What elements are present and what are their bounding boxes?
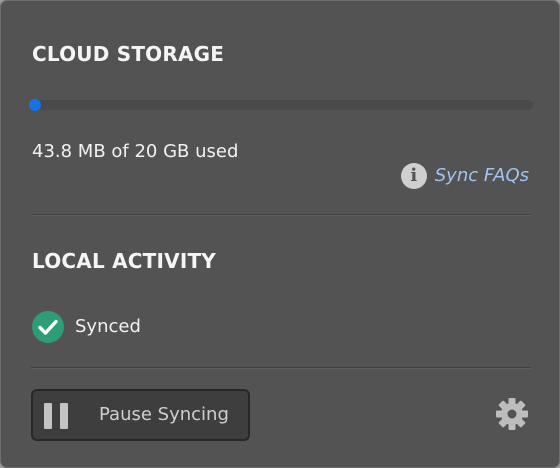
sync-faqs-label: Sync FAQs <box>434 165 529 186</box>
info-icon: i <box>400 163 427 189</box>
cloud-storage-heading: CLOUD STORAGE <box>32 42 225 66</box>
sync-faqs-link[interactable]: i Sync FAQs <box>400 162 529 190</box>
pause-syncing-button[interactable]: Pause Syncing <box>31 389 250 441</box>
cloud-sync-panel: CLOUD STORAGE 43.8 MB of 20 GB used i Sy… <box>0 0 560 468</box>
pause-icon <box>44 403 69 429</box>
gear-icon[interactable] <box>495 397 529 431</box>
storage-progress-bar <box>29 99 533 111</box>
local-activity-heading: LOCAL ACTIVITY <box>32 249 216 273</box>
check-circle-icon <box>32 311 64 343</box>
sync-status: Synced <box>32 311 141 343</box>
section-divider <box>31 214 531 215</box>
sync-status-label: Synced <box>75 316 141 337</box>
pause-syncing-label: Pause Syncing <box>99 404 229 425</box>
storage-progress-fill <box>29 99 41 111</box>
storage-usage-text: 43.8 MB of 20 GB used <box>32 141 239 162</box>
section-divider <box>31 367 531 368</box>
